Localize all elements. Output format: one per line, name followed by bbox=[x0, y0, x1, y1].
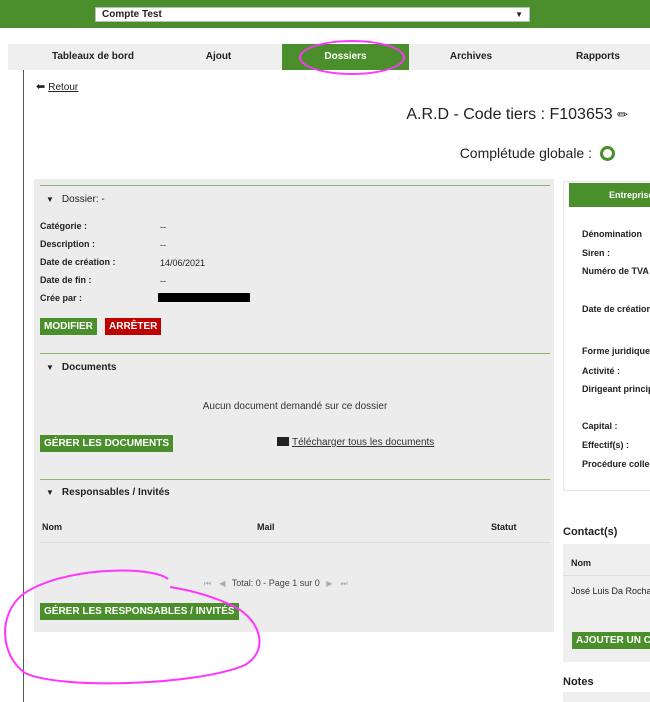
folder-icon bbox=[277, 437, 289, 446]
back-label: Retour bbox=[48, 82, 79, 93]
entreprise-label-forme-juridique: Forme juridique bbox=[582, 346, 650, 356]
download-all-link[interactable]: Télécharger tous les documents bbox=[277, 437, 434, 448]
entreprise-label-effectif: Effectif(s) : bbox=[582, 440, 629, 450]
section-divider bbox=[40, 479, 550, 480]
manage-documents-button[interactable]: GÉRER LES DOCUMENTS bbox=[40, 435, 174, 452]
field-description-value: -- bbox=[160, 240, 166, 250]
pencil-icon[interactable]: ✏ bbox=[617, 107, 628, 122]
responsables-section-header[interactable]: ▼ Responsables / Invités bbox=[40, 487, 170, 498]
section-divider bbox=[40, 185, 550, 186]
collapse-triangle-icon: ▼ bbox=[46, 488, 54, 497]
field-categorie-label: Catégorie : bbox=[40, 221, 88, 231]
documents-empty-message: Aucun document demandé sur ce dossier bbox=[202, 401, 388, 412]
contacts-column-nom[interactable]: Nom bbox=[571, 558, 591, 568]
notes-title: Notes bbox=[563, 676, 594, 688]
field-date-creation-label: Date de création : bbox=[40, 257, 116, 267]
last-page-icon[interactable]: ⏭ bbox=[340, 579, 347, 588]
completude-status-icon bbox=[600, 146, 615, 161]
entreprise-label-date-creation: Date de création bbox=[582, 304, 650, 314]
field-cree-par-label: Crée par : bbox=[40, 293, 83, 303]
documents-section-title: Documents bbox=[61, 362, 117, 373]
download-all-label: Télécharger tous les documents bbox=[292, 437, 435, 448]
stop-button[interactable]: ARRÊTER bbox=[105, 318, 162, 335]
table-header-divider bbox=[40, 542, 550, 543]
entreprise-label-activite: Activité : bbox=[582, 366, 621, 376]
nav-rapports[interactable]: Rapports bbox=[548, 44, 648, 70]
entreprise-label-capital: Capital : bbox=[582, 421, 618, 431]
collapse-triangle-icon: ▼ bbox=[46, 195, 54, 204]
contact-row-name[interactable]: José Luis Da Rocha bbox=[571, 586, 650, 596]
column-mail[interactable]: Mail bbox=[257, 522, 275, 532]
field-description-label: Description : bbox=[40, 239, 96, 249]
entreprise-label-procedure: Procédure collective bbox=[582, 459, 650, 469]
annotation-circle-dossiers bbox=[299, 40, 405, 75]
field-date-creation-value: 14/06/2021 bbox=[160, 258, 206, 268]
top-bar: Compte Test ▼ bbox=[0, 0, 650, 28]
entreprise-label-dirigeant: Dirigeant principal bbox=[582, 384, 650, 394]
nav-archives[interactable]: Archives bbox=[421, 44, 521, 70]
dossier-section-header[interactable]: ▼ Dossier: - bbox=[40, 194, 105, 205]
add-contact-button[interactable]: AJOUTER UN CONTACT bbox=[572, 632, 650, 649]
nav-ajout[interactable]: Ajout bbox=[176, 44, 261, 70]
back-arrow-icon: ⬅ bbox=[36, 81, 46, 93]
modify-button[interactable]: MODIFIER bbox=[40, 318, 97, 335]
responsables-section-title: Responsables / Invités bbox=[61, 487, 170, 498]
annotation-circle-responsables bbox=[4, 569, 261, 685]
field-date-fin-label: Date de fin : bbox=[40, 275, 92, 285]
notes-panel bbox=[563, 692, 650, 702]
completude-label: Complétude globale : bbox=[459, 145, 592, 161]
redacted-creator bbox=[158, 293, 250, 302]
contacts-header-divider bbox=[563, 575, 650, 576]
entreprise-label-siren: Siren : bbox=[582, 248, 611, 258]
collapse-triangle-icon: ▼ bbox=[46, 363, 54, 372]
section-divider bbox=[40, 353, 550, 354]
field-date-fin-value: -- bbox=[160, 276, 166, 286]
next-page-icon[interactable]: ▶ bbox=[326, 579, 332, 588]
dossier-section-title: Dossier: - bbox=[61, 194, 105, 205]
column-nom[interactable]: Nom bbox=[42, 522, 62, 532]
account-select[interactable]: Compte Test ▼ bbox=[95, 7, 530, 22]
nav-tableaux-de-bord[interactable]: Tableaux de bord bbox=[28, 44, 158, 70]
contacts-title: Contact(s) bbox=[563, 526, 618, 538]
entreprise-header: Entreprise bbox=[569, 183, 650, 207]
documents-section-header[interactable]: ▼ Documents bbox=[40, 362, 116, 373]
chevron-down-icon: ▼ bbox=[515, 10, 523, 19]
page-title-text: A.R.D - Code tiers : F103653 bbox=[406, 106, 613, 123]
column-statut[interactable]: Statut bbox=[491, 522, 517, 532]
account-select-value: Compte Test bbox=[102, 9, 162, 20]
page-title: A.R.D - Code tiers : F103653 ✏ bbox=[406, 106, 628, 124]
entreprise-label-denomination: Dénomination bbox=[582, 229, 642, 239]
field-categorie-value: -- bbox=[160, 222, 166, 232]
back-link[interactable]: ⬅ Retour bbox=[36, 80, 78, 93]
entreprise-label-tva: Numéro de TVA bbox=[582, 266, 649, 276]
